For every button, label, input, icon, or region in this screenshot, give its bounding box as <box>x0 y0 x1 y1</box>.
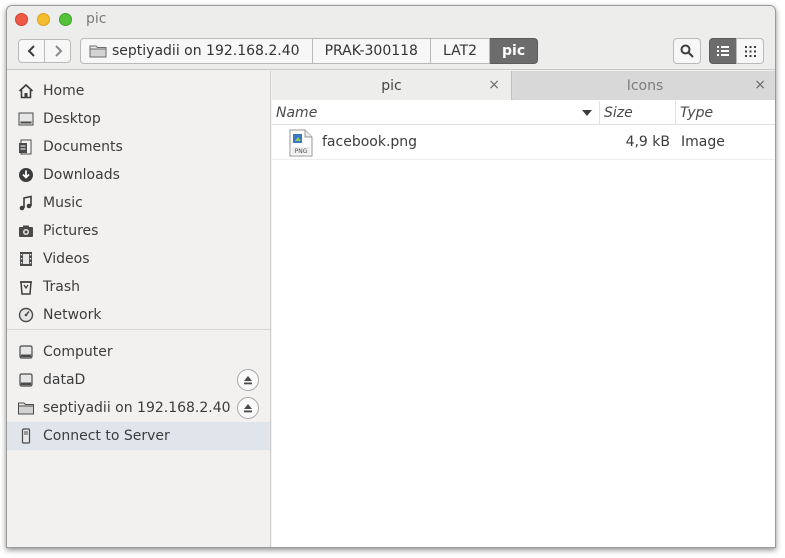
sidebar-item-computer[interactable]: Computer <box>7 338 270 366</box>
list-view-icon <box>717 46 729 56</box>
sidebar-separator <box>7 329 270 330</box>
sidebar-item-label: Computer <box>43 344 113 360</box>
file-row[interactable]: PNG facebook.png 4,9 kB Image <box>272 126 775 160</box>
breadcrumb-item[interactable]: LAT2 <box>430 38 491 64</box>
server-icon <box>17 427 35 445</box>
breadcrumb: septiyadii on 192.168.2.40 PRAK-300118 L… <box>80 38 539 64</box>
sidebar-item-music[interactable]: Music <box>7 189 270 217</box>
column-header-name[interactable]: Name <box>276 101 598 125</box>
sidebar-item-label: Desktop <box>43 111 101 127</box>
sidebar-item-desktop[interactable]: Desktop <box>7 105 270 133</box>
tab-pic[interactable]: pic × <box>272 71 512 100</box>
sidebar-item-network-share[interactable]: septiyadii on 192.168.2.40 <box>7 394 270 422</box>
network-folder-icon <box>89 45 107 58</box>
computer-icon <box>17 343 35 361</box>
eject-icon <box>244 404 252 413</box>
close-window-button[interactable] <box>15 13 28 26</box>
sidebar-item-label: Documents <box>43 139 123 155</box>
search-icon <box>680 44 694 58</box>
forward-button[interactable] <box>44 39 71 63</box>
sidebar-item-label: Pictures <box>43 223 99 239</box>
title-bar: pic <box>7 6 775 34</box>
column-header-type[interactable]: Type <box>675 101 775 125</box>
drive-icon <box>17 371 35 389</box>
back-button[interactable] <box>18 39 45 63</box>
pictures-icon <box>17 222 35 240</box>
maximize-window-button[interactable] <box>59 13 72 26</box>
documents-icon <box>17 138 35 156</box>
file-name: facebook.png <box>322 134 418 150</box>
downloads-icon <box>17 166 35 184</box>
close-tab-button[interactable]: × <box>488 77 500 93</box>
file-view: pic × Icons × Name Size Type PNG faceboo… <box>272 71 775 547</box>
sidebar-item-label: Home <box>43 83 85 99</box>
toolbar: septiyadii on 192.168.2.40 PRAK-300118 L… <box>7 34 775 70</box>
sidebar-item-label: Trash <box>43 279 80 295</box>
sidebar-item-network[interactable]: Network <box>7 301 270 329</box>
sidebar-item-connect-to-server[interactable]: Connect to Server <box>7 422 270 450</box>
close-tab-button[interactable]: × <box>754 77 766 93</box>
trash-icon <box>17 278 35 296</box>
music-icon <box>17 194 35 212</box>
videos-icon <box>17 250 35 268</box>
sidebar-item-label: Music <box>43 195 83 211</box>
sidebar-item-datad[interactable]: dataD <box>7 366 270 394</box>
sidebar: Home Desktop Documents Downloads Music P… <box>7 71 271 547</box>
eject-icon <box>244 376 252 385</box>
file-size: 4,9 kB <box>625 134 670 150</box>
png-file-icon: PNG <box>289 129 313 157</box>
network-icon <box>17 306 35 324</box>
breadcrumb-item-current[interactable]: pic <box>490 38 539 64</box>
sidebar-item-videos[interactable]: Videos <box>7 245 270 273</box>
breadcrumb-item[interactable]: septiyadii on 192.168.2.40 <box>80 38 313 64</box>
minimize-window-button[interactable] <box>37 13 50 26</box>
sidebar-item-label: septiyadii on 192.168.2.40 <box>43 400 231 416</box>
chevron-left-icon <box>27 45 35 57</box>
breadcrumb-item[interactable]: PRAK-300118 <box>312 38 431 64</box>
eject-button[interactable] <box>237 369 259 391</box>
sidebar-item-documents[interactable]: Documents <box>7 133 270 161</box>
network-folder-icon <box>17 399 35 417</box>
sidebar-item-label: Connect to Server <box>43 428 170 444</box>
grid-view-button[interactable] <box>736 38 764 64</box>
sidebar-item-label: Downloads <box>43 167 120 183</box>
sidebar-item-pictures[interactable]: Pictures <box>7 217 270 245</box>
sidebar-item-home[interactable]: Home <box>7 77 270 105</box>
column-header: Name Size Type <box>272 101 775 125</box>
sidebar-item-label: Videos <box>43 251 90 267</box>
tab-icons[interactable]: Icons × <box>513 71 775 100</box>
window-title: pic <box>86 11 107 27</box>
desktop-icon <box>17 110 35 128</box>
column-header-size[interactable]: Size <box>599 101 675 125</box>
sidebar-item-trash[interactable]: Trash <box>7 273 270 301</box>
chevron-right-icon <box>54 45 62 57</box>
file-manager-window: pic septiyadii on 192.168.2.40 PRAK-3001… <box>6 5 776 548</box>
sidebar-item-label: Network <box>43 307 102 323</box>
sort-descending-icon <box>582 110 592 116</box>
search-button[interactable] <box>673 38 701 64</box>
home-icon <box>17 82 35 100</box>
grid-view-icon <box>744 45 756 57</box>
png-badge: PNG <box>295 148 308 155</box>
list-view-button[interactable] <box>709 38 737 64</box>
eject-button[interactable] <box>237 397 259 419</box>
sidebar-item-downloads[interactable]: Downloads <box>7 161 270 189</box>
tab-bar: pic × Icons × <box>272 71 775 100</box>
sidebar-item-label: dataD <box>43 372 86 388</box>
file-type: Image <box>681 134 725 150</box>
